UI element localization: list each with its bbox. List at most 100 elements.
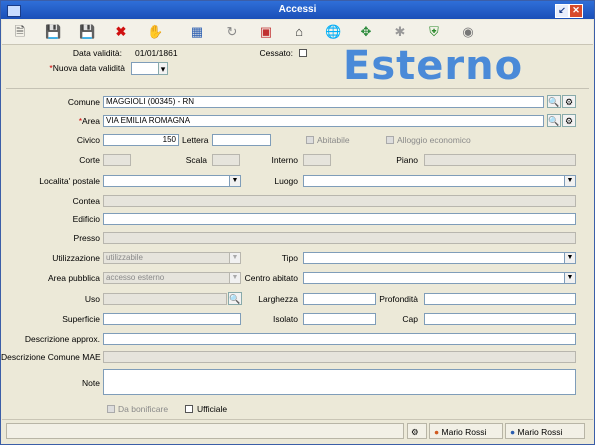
comune-input[interactable]: MAGGIOLI (00345) - RN — [103, 96, 544, 108]
tool-icon[interactable]: ✱ — [392, 24, 408, 40]
cessato-label: Cessato: — [259, 48, 293, 58]
tipo-label: Tipo — [281, 253, 298, 263]
luogo-select[interactable]: ▼ — [303, 175, 576, 187]
corte-label: Corte — [79, 155, 100, 165]
edificio-input[interactable] — [103, 213, 576, 225]
area-pubblica-label: Area pubblica — [48, 273, 100, 283]
chevron-down-icon[interactable]: ▼ — [564, 273, 575, 283]
toolbar: 🗎 💾 💾 ✖ ✋ ▦ ↻ ▣ ⌂ 🌐 ✥ ✱ ⛨ ◉ — [2, 20, 593, 45]
utilizzazione-select[interactable]: utilizzabile ▼ — [103, 252, 241, 264]
larghezza-input[interactable] — [303, 293, 376, 305]
chevron-down-icon[interactable]: ▼ — [564, 176, 575, 186]
lettera-input[interactable] — [212, 134, 271, 146]
comune-label: Comune — [67, 97, 100, 107]
cap-input[interactable] — [424, 313, 576, 325]
user-name-2: Mario Rossi — [517, 427, 563, 437]
contea-label: Contea — [72, 196, 100, 206]
user-name-1: Mario Rossi — [441, 427, 487, 437]
nuova-data-input[interactable] — [131, 62, 159, 75]
area-label: *Area — [78, 116, 100, 126]
larghezza-label: Larghezza — [258, 294, 298, 304]
status-bar: ⚙ ● Mario Rossi ● Mario Rossi — [2, 419, 593, 443]
close-icon[interactable]: ✕ — [569, 4, 583, 18]
descrizione-approx-label: Descrizione approx. — [24, 334, 100, 344]
descrizione-mae-input[interactable] — [103, 351, 576, 363]
localita-select[interactable]: ▼ — [103, 175, 241, 187]
abitabile-checkbox[interactable] — [306, 136, 314, 144]
localita-label: Localita' postale — [39, 176, 100, 186]
save-icon[interactable]: 💾 — [45, 24, 61, 40]
civico-input[interactable]: 150 — [103, 134, 179, 146]
minimize-icon[interactable]: ↙ — [555, 4, 569, 18]
user-cell-1: ● Mario Rossi — [429, 423, 503, 439]
isolato-input[interactable] — [303, 313, 376, 325]
superficie-label: Superficie — [62, 314, 100, 324]
scala-input[interactable] — [212, 154, 240, 166]
note-textarea[interactable] — [103, 369, 576, 395]
handshake-icon[interactable]: ✋ — [147, 24, 163, 40]
search-icon[interactable]: 🔍 — [547, 114, 561, 127]
piano-input[interactable] — [424, 154, 576, 166]
settings-icon[interactable]: ⚙ — [407, 423, 427, 439]
settings-icon[interactable]: ⚙ — [562, 95, 576, 108]
civico-label: Civico — [76, 135, 100, 145]
chevron-down-icon[interactable]: ▼ — [564, 253, 575, 263]
save-as-icon[interactable]: 💾 — [79, 24, 95, 40]
interno-label: Interno — [271, 155, 298, 165]
interno-input[interactable] — [303, 154, 331, 166]
profondita-label: Profondità — [379, 294, 418, 304]
abitabile-label: Abitabile — [317, 135, 350, 145]
uso-input[interactable] — [103, 293, 227, 305]
ufficiale-checkbox[interactable] — [185, 405, 193, 413]
cessato-checkbox[interactable] — [299, 49, 307, 57]
chevron-down-icon[interactable]: ▾ — [158, 62, 168, 75]
arrows-icon[interactable]: ✥ — [358, 24, 374, 40]
area-pubblica-select[interactable]: accesso esterno ▼ — [103, 272, 241, 284]
new-icon[interactable]: 🗎 — [12, 24, 28, 40]
esterno-badge: Esterno — [343, 43, 524, 89]
centro-abitato-select[interactable]: ▼ — [303, 272, 576, 284]
settings-icon[interactable]: ⚙ — [562, 114, 576, 127]
corte-input[interactable] — [103, 154, 131, 166]
luogo-label: Luogo — [274, 176, 298, 186]
user-icon: ● — [434, 427, 440, 437]
delete-icon[interactable]: ✖ — [113, 24, 129, 40]
chevron-down-icon[interactable]: ▼ — [229, 253, 240, 263]
lettera-label: Lettera — [182, 135, 209, 145]
home-icon[interactable]: ⌂ — [291, 24, 307, 40]
title-bar: Accessi ↙ ✕ — [1, 1, 594, 19]
globe-icon[interactable]: 🌐 — [325, 24, 341, 40]
ufficiale-label: Ufficiale — [197, 404, 228, 414]
search-icon[interactable]: 🔍 — [547, 95, 561, 108]
tipo-select[interactable]: ▼ — [303, 252, 576, 264]
uso-label: Uso — [84, 294, 100, 304]
cap-label: Cap — [402, 314, 418, 324]
note-label: Note — [82, 378, 100, 388]
descrizione-mae-label: Descrizione Comune MAE — [1, 352, 101, 362]
calculator-icon[interactable]: ▦ — [189, 24, 205, 40]
shield-icon[interactable]: ⛨ — [426, 24, 442, 40]
data-validita-value: 01/01/1861 — [135, 48, 178, 58]
search-icon[interactable]: 🔍 — [228, 292, 242, 305]
accessi-window: Accessi ↙ ✕ 🗎 💾 💾 ✖ ✋ ▦ ↻ ▣ ⌂ 🌐 ✥ ✱ ⛨ ◉ … — [0, 0, 595, 445]
alloggio-checkbox[interactable] — [386, 136, 394, 144]
da-bonificare-checkbox[interactable] — [107, 405, 115, 413]
area-input[interactable]: VIA EMILIA ROMAGNA — [103, 115, 544, 127]
piano-label: Piano — [396, 155, 418, 165]
refresh-icon[interactable]: ↻ — [224, 24, 240, 40]
scala-label: Scala — [185, 155, 207, 165]
presso-label: Presso — [73, 233, 100, 243]
book-icon[interactable]: ▣ — [258, 24, 274, 40]
presso-input[interactable] — [103, 232, 576, 244]
superficie-input[interactable] — [103, 313, 241, 325]
centro-abitato-label: Centro abitato — [244, 273, 298, 283]
descrizione-approx-input[interactable] — [103, 333, 576, 345]
utilizzazione-label: Utilizzazione — [52, 253, 100, 263]
lamp-icon[interactable]: ◉ — [460, 24, 476, 40]
user-icon: ● — [510, 427, 516, 437]
da-bonificare-label: Da bonificare — [118, 404, 169, 414]
edificio-label: Edificio — [72, 214, 100, 224]
profondita-input[interactable] — [424, 293, 576, 305]
contea-input[interactable] — [103, 195, 576, 207]
chevron-down-icon[interactable]: ▼ — [229, 176, 240, 186]
